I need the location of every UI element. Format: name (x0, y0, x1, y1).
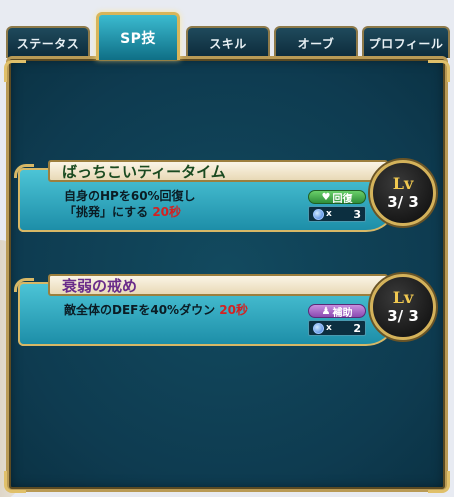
panel-corner-ornament (4, 60, 26, 82)
tab-sp-skill[interactable]: SP技 (96, 12, 180, 60)
skill-type-badge: ♥ 回復 (308, 190, 366, 205)
sp-skill-description: 敵全体のDEFを40%ダウン 20秒 (64, 302, 324, 318)
panel-corner-ornament (4, 471, 26, 493)
card-ornament (14, 278, 34, 292)
level-badge: Lv 3/ 3 (370, 160, 436, 226)
description-line: 自身のHPを60%回復し (64, 189, 196, 203)
sp-cost: x 2 (308, 320, 366, 336)
sp-skill-name: ばっちこいティータイム (48, 160, 388, 182)
tab-bar: ステータス SP技 スキル オーブ プロフィール (0, 0, 454, 62)
tab-profile-label: プロフィール (368, 36, 444, 51)
level-value: 3/ 3 (387, 307, 419, 325)
sp-cost: x 3 (308, 206, 366, 222)
card-ornament (14, 164, 34, 178)
skill-type-badge: ♟ 補助 (308, 304, 366, 319)
panel-corner-ornament (428, 471, 450, 493)
level-badge: Lv 3/ 3 (370, 274, 436, 340)
tab-skill[interactable]: スキル (186, 26, 270, 58)
duration-text: 20秒 (152, 205, 182, 219)
description-text: 「挑発」にする (64, 205, 149, 219)
tab-status-label: ステータス (16, 36, 80, 51)
tab-status[interactable]: ステータス (6, 26, 90, 58)
sp-skill-card[interactable]: ばっちこいティータイム 自身のHPを60%回復し 「挑発」にする 20秒 ♥ 回… (14, 160, 438, 240)
tab-skill-label: スキル (209, 36, 247, 51)
level-label: Lv (392, 288, 414, 307)
description-line: 敵全体のDEFを40%ダウン 20秒 (64, 302, 324, 318)
tab-sp-skill-label: SP技 (120, 30, 156, 47)
sp-skill-description: 自身のHPを60%回復し 「挑発」にする 20秒 (64, 188, 324, 220)
sp-orb-icon (313, 208, 324, 220)
tab-orb-label: オーブ (297, 36, 335, 51)
skill-type-label: 補助 (332, 307, 353, 319)
description-text: 敵全体のDEFを40%ダウン (64, 303, 216, 317)
tab-profile[interactable]: プロフィール (362, 26, 450, 58)
cost-multiplier: x (326, 323, 332, 333)
level-label: Lv (392, 174, 414, 193)
sp-skill-name: 衰弱の戒め (48, 274, 388, 296)
sp-orb-icon (313, 322, 324, 334)
description-line: 「挑発」にする 20秒 (64, 204, 324, 220)
skill-type-label: 回復 (332, 193, 353, 205)
panel-corner-ornament (428, 60, 450, 82)
person-icon: ♟ (321, 305, 331, 317)
sp-skill-card[interactable]: 衰弱の戒め 敵全体のDEFを40%ダウン 20秒 ♟ 補助 x 2 Lv 3/ … (14, 274, 438, 354)
heart-icon: ♥ (321, 191, 331, 203)
duration-text: 20秒 (219, 303, 248, 317)
tab-orb[interactable]: オーブ (274, 26, 358, 58)
cost-value: 2 (353, 321, 361, 335)
cost-value: 3 (353, 207, 361, 221)
level-value: 3/ 3 (387, 193, 419, 211)
cost-multiplier: x (326, 209, 332, 219)
